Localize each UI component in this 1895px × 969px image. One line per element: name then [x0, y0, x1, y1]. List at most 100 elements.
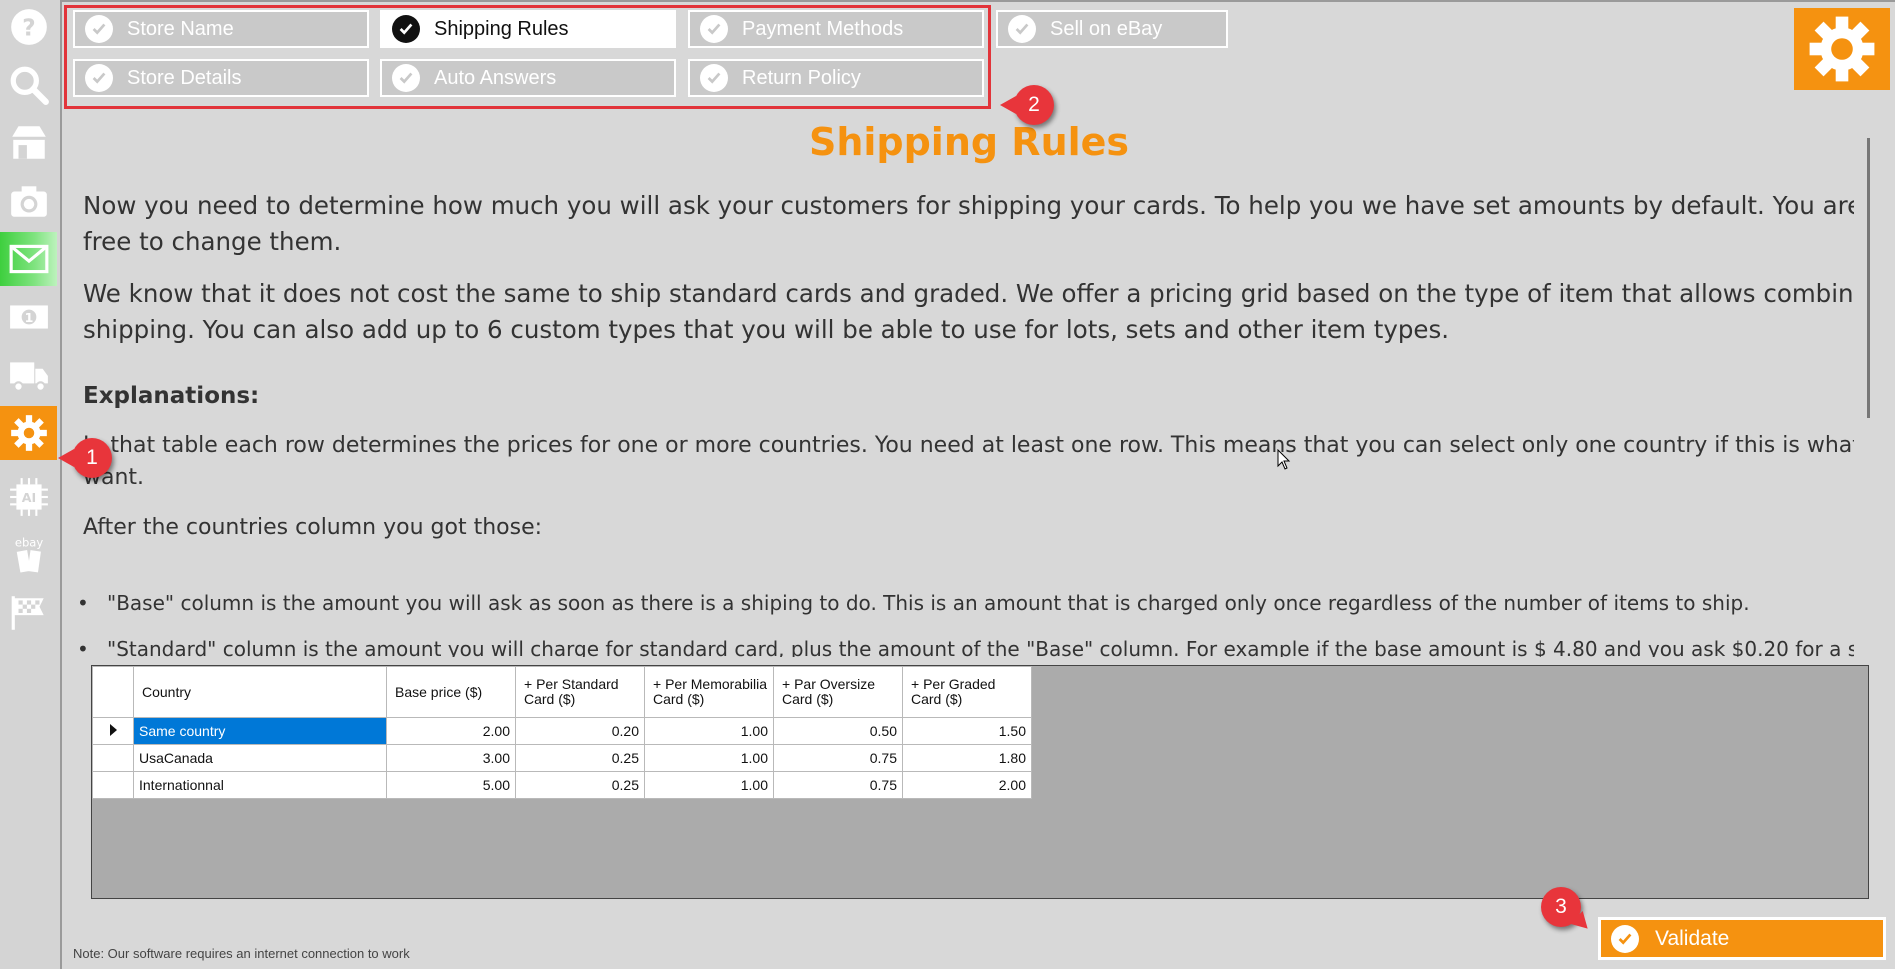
memorabilia-cell[interactable]: 1.00	[644, 717, 774, 745]
memorabilia-cell[interactable]: 1.00	[644, 744, 774, 772]
intro-paragraph: Now you need to determine how much you w…	[83, 191, 1854, 256]
help-button[interactable]: ?	[0, 0, 57, 54]
sidebar: ? 1 AI ebay	[0, 0, 62, 969]
table-row[interactable]: Internationnal 5.00 0.25 1.00 0.75 2.00	[92, 771, 1032, 799]
settings-button[interactable]	[0, 406, 57, 460]
check-icon	[392, 15, 420, 43]
gear-icon	[1809, 16, 1875, 82]
check-icon	[1008, 15, 1036, 43]
tab-label: Store Details	[127, 66, 242, 89]
ebay-button[interactable]: ebay	[0, 528, 57, 582]
validate-button[interactable]: Validate	[1598, 917, 1886, 960]
camera-button[interactable]	[0, 174, 57, 228]
tab-auto-answers[interactable]: Auto Answers	[380, 59, 676, 97]
graded-cell[interactable]: 2.00	[902, 771, 1032, 799]
content-scrollbar[interactable]	[1862, 118, 1876, 658]
svg-text:1: 1	[24, 310, 33, 325]
col-country[interactable]: Country	[133, 666, 387, 718]
country-cell[interactable]: Internationnal	[133, 771, 387, 799]
mail-button[interactable]	[0, 232, 57, 286]
memorabilia-cell[interactable]: 1.00	[644, 771, 774, 799]
col-per-graded[interactable]: + Per Graded Card ($)	[902, 666, 1032, 718]
svg-text:?: ?	[22, 15, 35, 41]
check-icon	[700, 64, 728, 92]
scrollbar-thumb[interactable]	[1867, 138, 1870, 418]
money-button[interactable]: 1	[0, 290, 57, 344]
internet-note: Note: Our software requires an internet …	[73, 946, 410, 961]
table-row[interactable]: Same country 2.00 0.20 1.00 0.50 1.50	[92, 717, 1032, 745]
tab-label: Shipping Rules	[434, 17, 569, 40]
standard-cell[interactable]: 0.20	[515, 717, 645, 745]
row-header[interactable]	[92, 744, 134, 772]
tab-payment-methods[interactable]: Payment Methods	[688, 10, 984, 48]
current-row-icon	[109, 724, 117, 736]
col-per-standard[interactable]: + Per Standard Card ($)	[515, 666, 645, 718]
tab-label: Store Name	[127, 17, 234, 40]
explanations-heading: Explanations:	[83, 383, 260, 409]
country-cell[interactable]: Same country	[133, 717, 387, 745]
tab-store-details[interactable]: Store Details	[73, 59, 369, 97]
tab-label: Sell on eBay	[1050, 17, 1163, 40]
col-per-oversize[interactable]: + Par Oversize Card ($)	[773, 666, 903, 718]
grid-paragraph: We know that it does not cost the same t…	[83, 279, 1854, 344]
row-header-corner	[92, 666, 134, 718]
svg-text:ebay: ebay	[14, 536, 42, 550]
base-cell[interactable]: 3.00	[386, 744, 516, 772]
ai-chip-icon: AI	[9, 478, 48, 516]
callout-1: 1	[58, 438, 112, 478]
page-title: Shipping Rules	[808, 120, 1130, 164]
top-border	[62, 0, 1895, 2]
columns-list: "Base" column is the amount you will ask…	[64, 590, 1854, 657]
oversize-cell[interactable]: 0.50	[773, 717, 903, 745]
store-button[interactable]	[0, 116, 57, 170]
standard-cell[interactable]: 0.25	[515, 771, 645, 799]
tab-sell-on-ebay[interactable]: Sell on eBay	[996, 10, 1228, 48]
col-base-price[interactable]: Base price ($)	[386, 666, 516, 718]
graded-cell[interactable]: 1.80	[902, 744, 1032, 772]
tab-shipping-rules[interactable]: Shipping Rules	[380, 10, 676, 48]
gear-icon	[10, 415, 47, 451]
shipping-grid: Country Base price ($) + Per Standard Ca…	[91, 665, 1869, 899]
store-icon	[11, 126, 46, 159]
mouse-cursor-icon	[1277, 449, 1291, 470]
ebay-cards-icon: ebay	[14, 536, 43, 573]
columns-paragraph: After the countries column you got those…	[83, 515, 543, 540]
mail-icon	[9, 244, 48, 274]
flags-icon	[11, 596, 44, 630]
svg-text:AI: AI	[21, 490, 35, 505]
camera-icon	[10, 186, 47, 217]
list-item: "Base" column is the amount you will ask…	[64, 590, 1854, 616]
table-header-row: Country Base price ($) + Per Standard Ca…	[92, 666, 1032, 718]
row-header[interactable]	[92, 717, 134, 745]
check-icon	[85, 64, 113, 92]
tab-store-name[interactable]: Store Name	[73, 10, 369, 48]
graded-cell[interactable]: 1.50	[902, 717, 1032, 745]
base-cell[interactable]: 2.00	[386, 717, 516, 745]
search-button[interactable]	[0, 58, 57, 112]
shipping-button[interactable]	[0, 348, 57, 402]
list-item: "Standard" column is the amount you will…	[64, 636, 1854, 657]
help-icon: ?	[10, 9, 47, 45]
flags-button[interactable]	[0, 586, 57, 640]
shipping-rules-table: Country Base price ($) + Per Standard Ca…	[92, 666, 1032, 799]
ai-button[interactable]: AI	[0, 470, 57, 524]
validate-label: Validate	[1655, 926, 1730, 950]
money-icon: 1	[9, 305, 48, 329]
settings-gear-button[interactable]	[1794, 8, 1890, 90]
country-cell[interactable]: UsaCanada	[133, 744, 387, 772]
row-header[interactable]	[92, 771, 134, 799]
help-content: Shipping Rules Now you need to determine…	[64, 112, 1854, 657]
oversize-cell[interactable]: 0.75	[773, 771, 903, 799]
callout-2: 2	[1000, 85, 1054, 125]
tab-return-policy[interactable]: Return Policy	[688, 59, 984, 97]
truck-icon	[9, 362, 48, 392]
col-per-memorabilia[interactable]: + Per Memorabilia Card ($)	[644, 666, 774, 718]
tab-label: Return Policy	[742, 66, 861, 89]
check-icon	[85, 15, 113, 43]
table-row[interactable]: UsaCanada 3.00 0.25 1.00 0.75 1.80	[92, 744, 1032, 772]
tab-label: Auto Answers	[434, 66, 557, 89]
tab-label: Payment Methods	[742, 17, 904, 40]
standard-cell[interactable]: 0.25	[515, 744, 645, 772]
oversize-cell[interactable]: 0.75	[773, 744, 903, 772]
base-cell[interactable]: 5.00	[386, 771, 516, 799]
